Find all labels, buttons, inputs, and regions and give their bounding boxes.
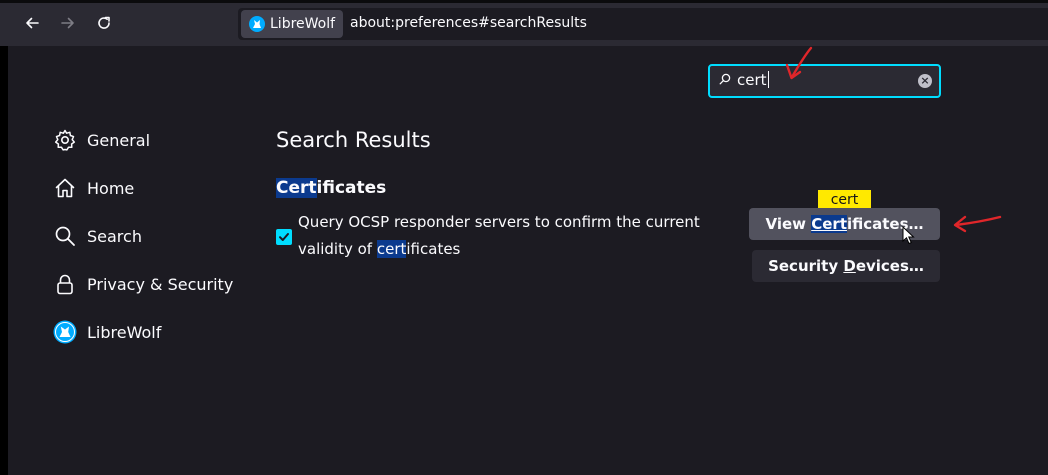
url-text[interactable]: about:preferences#searchResults bbox=[350, 15, 587, 31]
gear-icon bbox=[53, 128, 77, 152]
sidebar-item-privacy-security[interactable]: Privacy & Security bbox=[53, 270, 233, 298]
clear-search-button[interactable]: × bbox=[918, 74, 932, 88]
mouse-pointer-icon bbox=[902, 226, 915, 245]
librewolf-icon bbox=[249, 16, 265, 32]
search-icon bbox=[719, 73, 731, 85]
access-key: D bbox=[843, 257, 856, 275]
security-devices-button[interactable]: Security Devices… bbox=[752, 250, 940, 282]
ocsp-checkbox[interactable] bbox=[276, 229, 292, 245]
identity-label: LibreWolf bbox=[270, 16, 336, 32]
librewolf-icon bbox=[53, 320, 77, 344]
home-icon bbox=[53, 176, 77, 200]
annotation-arrow-icon bbox=[785, 46, 813, 80]
arrow-right-icon bbox=[61, 17, 74, 29]
forward-button[interactable] bbox=[56, 11, 80, 35]
section-heading-certificates: Certificates bbox=[276, 178, 387, 198]
text-caret bbox=[767, 71, 769, 88]
sidebar-item-label: LibreWolf bbox=[87, 322, 162, 342]
ocsp-label-line1[interactable]: Query OCSP responder servers to confirm … bbox=[298, 213, 700, 231]
tab-strip-edge bbox=[0, 0, 1048, 3]
sidebar-item-home[interactable]: Home bbox=[53, 174, 134, 202]
search-match-tooltip: cert bbox=[818, 190, 871, 210]
search-input-value[interactable]: cert bbox=[737, 71, 769, 89]
reload-icon bbox=[98, 16, 110, 29]
sidebar-item-label: Home bbox=[87, 178, 135, 198]
navigation-toolbar: LibreWolf about:preferences#searchResult… bbox=[0, 0, 1048, 46]
preferences-search-input[interactable]: cert × bbox=[708, 64, 941, 98]
search-highlight: Cert bbox=[811, 215, 847, 233]
annotation-arrow-icon bbox=[953, 215, 1002, 233]
ocsp-label-line2[interactable]: validity of certificates bbox=[298, 240, 460, 258]
identity-box[interactable]: LibreWolf bbox=[241, 10, 343, 38]
search-highlight: Cert bbox=[276, 178, 317, 198]
search-highlight: cert bbox=[376, 240, 407, 258]
page-title: Search Results bbox=[276, 128, 431, 152]
sidebar-item-librewolf[interactable]: LibreWolf bbox=[53, 318, 161, 346]
checkmark-icon bbox=[279, 233, 289, 241]
sidebar-item-general[interactable]: General bbox=[53, 126, 150, 154]
sidebar-item-search[interactable]: Search bbox=[53, 222, 142, 250]
search-icon bbox=[53, 224, 77, 248]
arrow-left-icon bbox=[26, 17, 39, 29]
sidebar-item-label: Privacy & Security bbox=[87, 274, 234, 294]
sidebar-item-label: Search bbox=[87, 226, 142, 246]
reload-button[interactable] bbox=[92, 11, 116, 35]
back-button[interactable] bbox=[20, 11, 44, 35]
lock-icon bbox=[53, 272, 77, 296]
sidebar-item-label: General bbox=[87, 130, 151, 150]
